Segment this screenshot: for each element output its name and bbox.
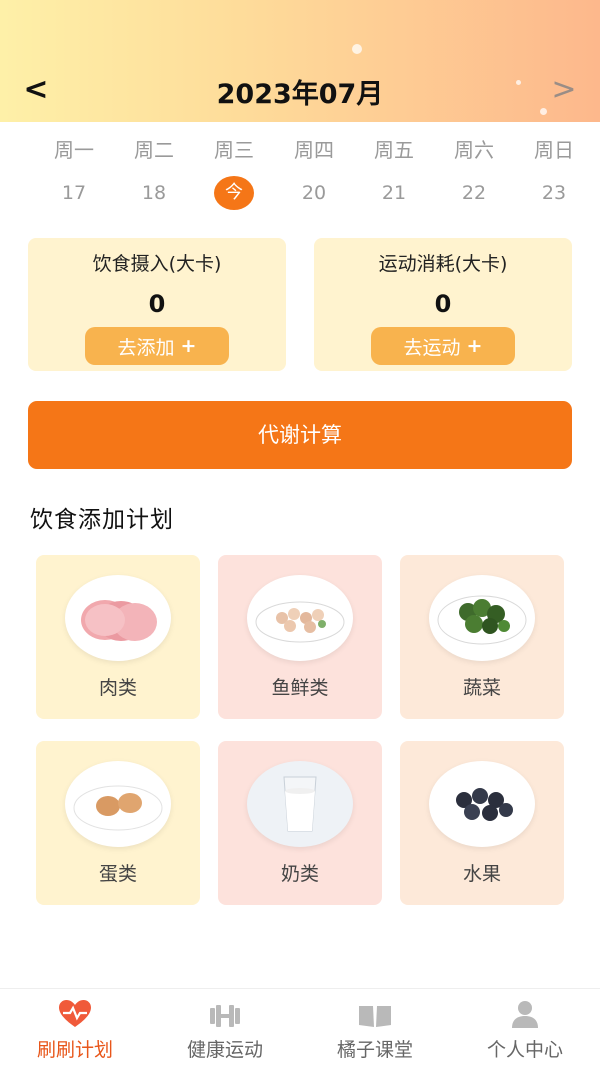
food-card-label: 蔬菜 (462, 677, 501, 699)
date-cell[interactable]: 22 (434, 176, 514, 210)
burn-value: 0 (434, 290, 452, 318)
plus-icon: + (466, 335, 483, 357)
date-cell-today[interactable]: 今 (194, 176, 274, 210)
go-exercise-button[interactable]: 去运动 + (371, 327, 515, 365)
food-card-label: 蛋类 (98, 863, 137, 885)
vegetable-icon (429, 575, 535, 661)
weekday-label: 周二 (134, 138, 174, 162)
tab-label: 橘子课堂 (336, 1039, 413, 1061)
today-badge: 今 (214, 176, 254, 210)
food-card-seafood[interactable]: 鱼鲜类 (218, 555, 382, 719)
date-row: 17 18 今 20 21 22 23 (34, 176, 594, 210)
intake-value: 0 (148, 290, 166, 318)
food-card-label: 鱼鲜类 (271, 677, 329, 699)
tab-exercise[interactable]: 健康运动 (150, 989, 300, 1066)
burn-card: 运动消耗(大卡) 0 去运动 + (314, 238, 572, 371)
meat-icon (65, 575, 171, 661)
dumbbell-icon (150, 989, 300, 1029)
weekday-row: 周一 周二 周三 周四 周五 周六 周日 (34, 136, 594, 164)
food-card-fruit[interactable]: 水果 (400, 741, 564, 905)
weekday-label: 周五 (374, 138, 414, 162)
food-card-milk[interactable]: 奶类 (218, 741, 382, 905)
metabolism-calc-button[interactable]: 代谢计算 (28, 401, 572, 469)
tab-label: 刷刷计划 (36, 1039, 113, 1061)
add-food-button[interactable]: 去添加 + (85, 327, 229, 365)
weekday-label: 周三 (214, 138, 254, 162)
date-cell[interactable]: 20 (274, 176, 354, 210)
date-cell[interactable]: 23 (514, 176, 594, 210)
seafood-icon (247, 575, 353, 661)
weekday-label: 周四 (294, 138, 334, 162)
section-title: 饮食添加计划 (30, 507, 174, 533)
intake-card: 饮食摄入(大卡) 0 去添加 + (28, 238, 286, 371)
food-card-label: 肉类 (98, 677, 137, 699)
milk-icon (247, 761, 353, 847)
month-title: 2023年07月 (216, 79, 384, 110)
date-cell[interactable]: 17 (34, 176, 114, 210)
heart-icon (0, 989, 150, 1029)
bottom-tab-bar: 刷刷计划 健康运动 橘子课堂 个人中心 (0, 988, 600, 1066)
weekday-label: 周日 (534, 138, 574, 162)
tab-label: 个人中心 (486, 1039, 563, 1061)
fruit-icon (429, 761, 535, 847)
tab-profile[interactable]: 个人中心 (450, 989, 600, 1066)
burn-title: 运动消耗(大卡) (378, 253, 508, 275)
next-month-button[interactable]: > (544, 70, 584, 110)
weekday-label: 周一 (54, 138, 94, 162)
tab-classroom[interactable]: 橘子课堂 (300, 989, 450, 1066)
food-card-vegetable[interactable]: 蔬菜 (400, 555, 564, 719)
food-card-egg[interactable]: 蛋类 (36, 741, 200, 905)
plus-icon: + (180, 335, 197, 357)
food-card-label: 奶类 (280, 863, 319, 885)
egg-icon (65, 761, 171, 847)
food-card-label: 水果 (462, 863, 501, 885)
date-cell[interactable]: 21 (354, 176, 434, 210)
book-icon (300, 989, 450, 1029)
header: < 2023年07月 > (0, 0, 600, 122)
food-card-meat[interactable]: 肉类 (36, 555, 200, 719)
intake-title: 饮食摄入(大卡) (92, 253, 222, 275)
date-cell[interactable]: 18 (114, 176, 194, 210)
person-icon (450, 989, 600, 1029)
tab-plan[interactable]: 刷刷计划 (0, 989, 150, 1066)
tab-label: 健康运动 (186, 1039, 263, 1061)
add-food-label: 去添加 (117, 336, 175, 359)
weekday-label: 周六 (454, 138, 494, 162)
go-exercise-label: 去运动 (403, 336, 461, 359)
